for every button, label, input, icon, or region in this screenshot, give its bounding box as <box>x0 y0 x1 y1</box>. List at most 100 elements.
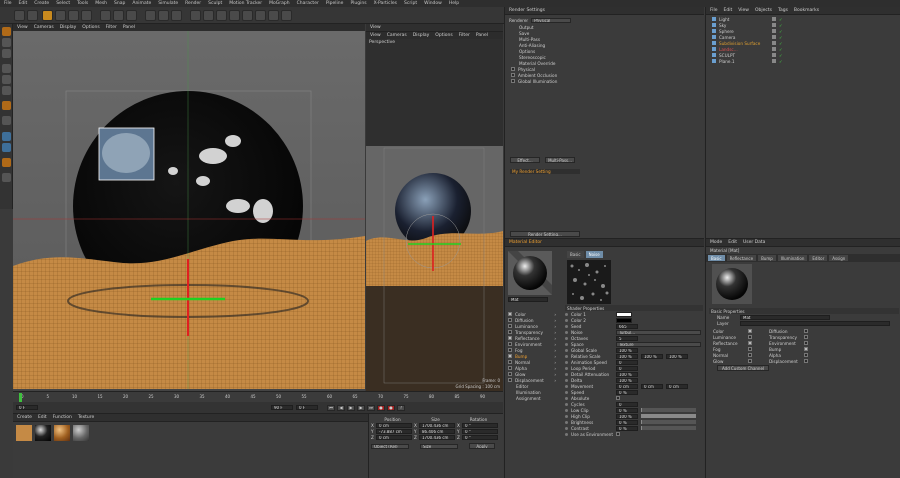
name-field[interactable]: Mat <box>740 314 830 320</box>
preview-tab-noise[interactable]: Noise <box>585 251 603 258</box>
shader-property-field[interactable]: 0 <box>616 365 638 371</box>
viewport-menu-cameras[interactable]: Cameras <box>34 25 54 30</box>
secondary-menu-display[interactable]: Display <box>413 33 430 38</box>
render-settings-checkbox[interactable] <box>511 79 515 83</box>
menu-render[interactable]: Render <box>185 1 201 6</box>
multipass-button[interactable]: Multi-Pass... <box>545 157 575 163</box>
menu-file[interactable]: File <box>4 1 12 6</box>
render-settings-item[interactable]: Global Illumination <box>508 78 583 84</box>
material-menu-edit[interactable]: Edit <box>38 415 47 420</box>
menu-motion-tracker[interactable]: Motion Tracker <box>229 1 262 6</box>
camera-icon[interactable] <box>268 10 279 21</box>
render-setting-button[interactable]: Render Setting... <box>510 231 580 237</box>
object-enabled-check-icon[interactable]: ✓ <box>779 17 783 22</box>
attribute-channel-row[interactable]: Glow <box>713 358 769 364</box>
menu-mograph[interactable]: MoGraph <box>269 1 289 6</box>
property-dot-icon[interactable] <box>565 354 568 358</box>
attribute-channel-checkbox[interactable] <box>804 359 808 363</box>
attributes-tab-illumination[interactable]: Illumination <box>777 255 808 261</box>
property-dot-icon[interactable] <box>565 342 568 346</box>
viewport-menu-display[interactable]: Display <box>60 25 77 30</box>
coordinate-field[interactable]: 0 ° <box>462 434 498 440</box>
secondary-menu-cameras[interactable]: Cameras <box>387 33 407 38</box>
orange-material-swatch[interactable] <box>54 425 70 441</box>
property-dot-icon[interactable] <box>565 330 568 334</box>
shader-property-field[interactable]: 0 <box>616 359 638 365</box>
channel-arrow-icon[interactable]: › <box>554 336 556 341</box>
main-viewport[interactable]: ViewCamerasDisplayOptionsFilterPanel Per… <box>13 24 365 391</box>
floor-icon[interactable] <box>255 10 266 21</box>
coordinate-field[interactable]: 86.406 cm <box>419 428 455 434</box>
previous-frame-icon[interactable]: ◀ <box>337 404 345 411</box>
material-menu-function[interactable]: Function <box>53 415 72 420</box>
channel-arrow-icon[interactable]: › <box>554 318 556 323</box>
property-slider[interactable] <box>641 420 696 424</box>
channel-checkbox[interactable] <box>508 348 512 352</box>
relative-scale-extra-field[interactable]: 100 % <box>641 353 663 359</box>
shader-property-field[interactable]: 0 % <box>616 425 638 431</box>
property-dot-icon[interactable] <box>565 360 568 364</box>
attributes-menu-user-data[interactable]: User Data <box>743 240 765 245</box>
menu-help[interactable]: Help <box>449 1 459 6</box>
attribute-channel-checkbox[interactable] <box>804 335 808 339</box>
property-dot-icon[interactable] <box>565 366 568 370</box>
object-visibility-dots[interactable] <box>772 53 776 57</box>
object-enabled-check-icon[interactable]: ✓ <box>779 59 783 64</box>
shader-property-field[interactable]: 665 <box>616 323 638 329</box>
viewport-menu-panel[interactable]: Panel <box>123 25 135 30</box>
subdivision-icon[interactable] <box>216 10 227 21</box>
attribute-channel-checkbox[interactable] <box>804 329 808 333</box>
menu-select[interactable]: Select <box>56 1 70 6</box>
edges-mode-icon[interactable] <box>2 75 11 84</box>
gray-material-swatch[interactable] <box>73 425 89 441</box>
channel-checkbox[interactable] <box>508 330 512 334</box>
property-slider[interactable] <box>641 414 696 418</box>
menu-script[interactable]: Script <box>404 1 417 6</box>
menu-tools[interactable]: Tools <box>77 1 88 6</box>
cube-icon[interactable] <box>190 10 201 21</box>
timeline-ruler[interactable]: 0 5 10 15 20 25 30 35 40 45 50 55 60 65 70 75 80 85 90 <box>13 391 503 402</box>
make-editable-icon[interactable] <box>2 27 11 36</box>
sand-material-swatch[interactable] <box>16 425 32 441</box>
object-menu-view[interactable]: View <box>738 8 749 13</box>
pen-icon[interactable] <box>203 10 214 21</box>
channel-arrow-icon[interactable]: › <box>554 342 556 347</box>
snapping-icon[interactable] <box>2 132 11 141</box>
attribute-channel-checkbox[interactable] <box>748 353 752 357</box>
menu-character[interactable]: Character <box>297 1 319 6</box>
object-visibility-dots[interactable] <box>772 23 776 27</box>
material-menu-create[interactable]: Create <box>17 415 32 420</box>
shader-property-field[interactable]: 100 % <box>616 353 638 359</box>
rotate-tool-icon[interactable] <box>81 10 92 21</box>
property-slider[interactable] <box>641 426 696 430</box>
property-dot-icon[interactable] <box>565 378 568 382</box>
viewport-menu-filter[interactable]: Filter <box>106 25 117 30</box>
channel-arrow-icon[interactable]: › <box>554 354 556 359</box>
render-settings-checkbox[interactable] <box>511 73 515 77</box>
channel-arrow-icon[interactable]: › <box>554 366 556 371</box>
property-dot-icon[interactable] <box>565 426 568 430</box>
object-enabled-check-icon[interactable]: ✓ <box>779 29 783 34</box>
property-dot-icon[interactable] <box>565 420 568 424</box>
object-visibility-dots[interactable] <box>772 47 776 51</box>
render-settings-icon[interactable] <box>171 10 182 21</box>
attributes-tab-reflectance[interactable]: Reflectance <box>726 255 757 261</box>
viewport-menu-options[interactable]: Options <box>82 25 99 30</box>
coordinate-mode-select[interactable]: Object (Rel) <box>371 443 409 449</box>
attribute-channel-checkbox[interactable] <box>748 347 752 351</box>
coordinate-field[interactable]: -73.887 cm <box>376 428 412 434</box>
shader-property-field[interactable]: 100 % <box>616 413 638 419</box>
channel-checkbox[interactable] <box>508 318 512 322</box>
shader-property-field[interactable]: 0 % <box>616 407 638 413</box>
attribute-channel-checkbox[interactable] <box>804 353 808 357</box>
channel-checkbox[interactable] <box>508 378 512 382</box>
secondary-menu-panel[interactable]: Panel <box>476 33 488 38</box>
color-swatch[interactable] <box>616 317 632 323</box>
channel-checkbox[interactable] <box>508 312 512 316</box>
channel-checkbox[interactable] <box>508 372 512 376</box>
object-visibility-dots[interactable] <box>772 59 776 63</box>
secondary-menu-options[interactable]: Options <box>435 33 452 38</box>
material-menu-texture[interactable]: Texture <box>78 415 94 420</box>
movement-extra-field[interactable]: 0 cm <box>666 383 688 389</box>
layer-field[interactable] <box>740 320 890 326</box>
